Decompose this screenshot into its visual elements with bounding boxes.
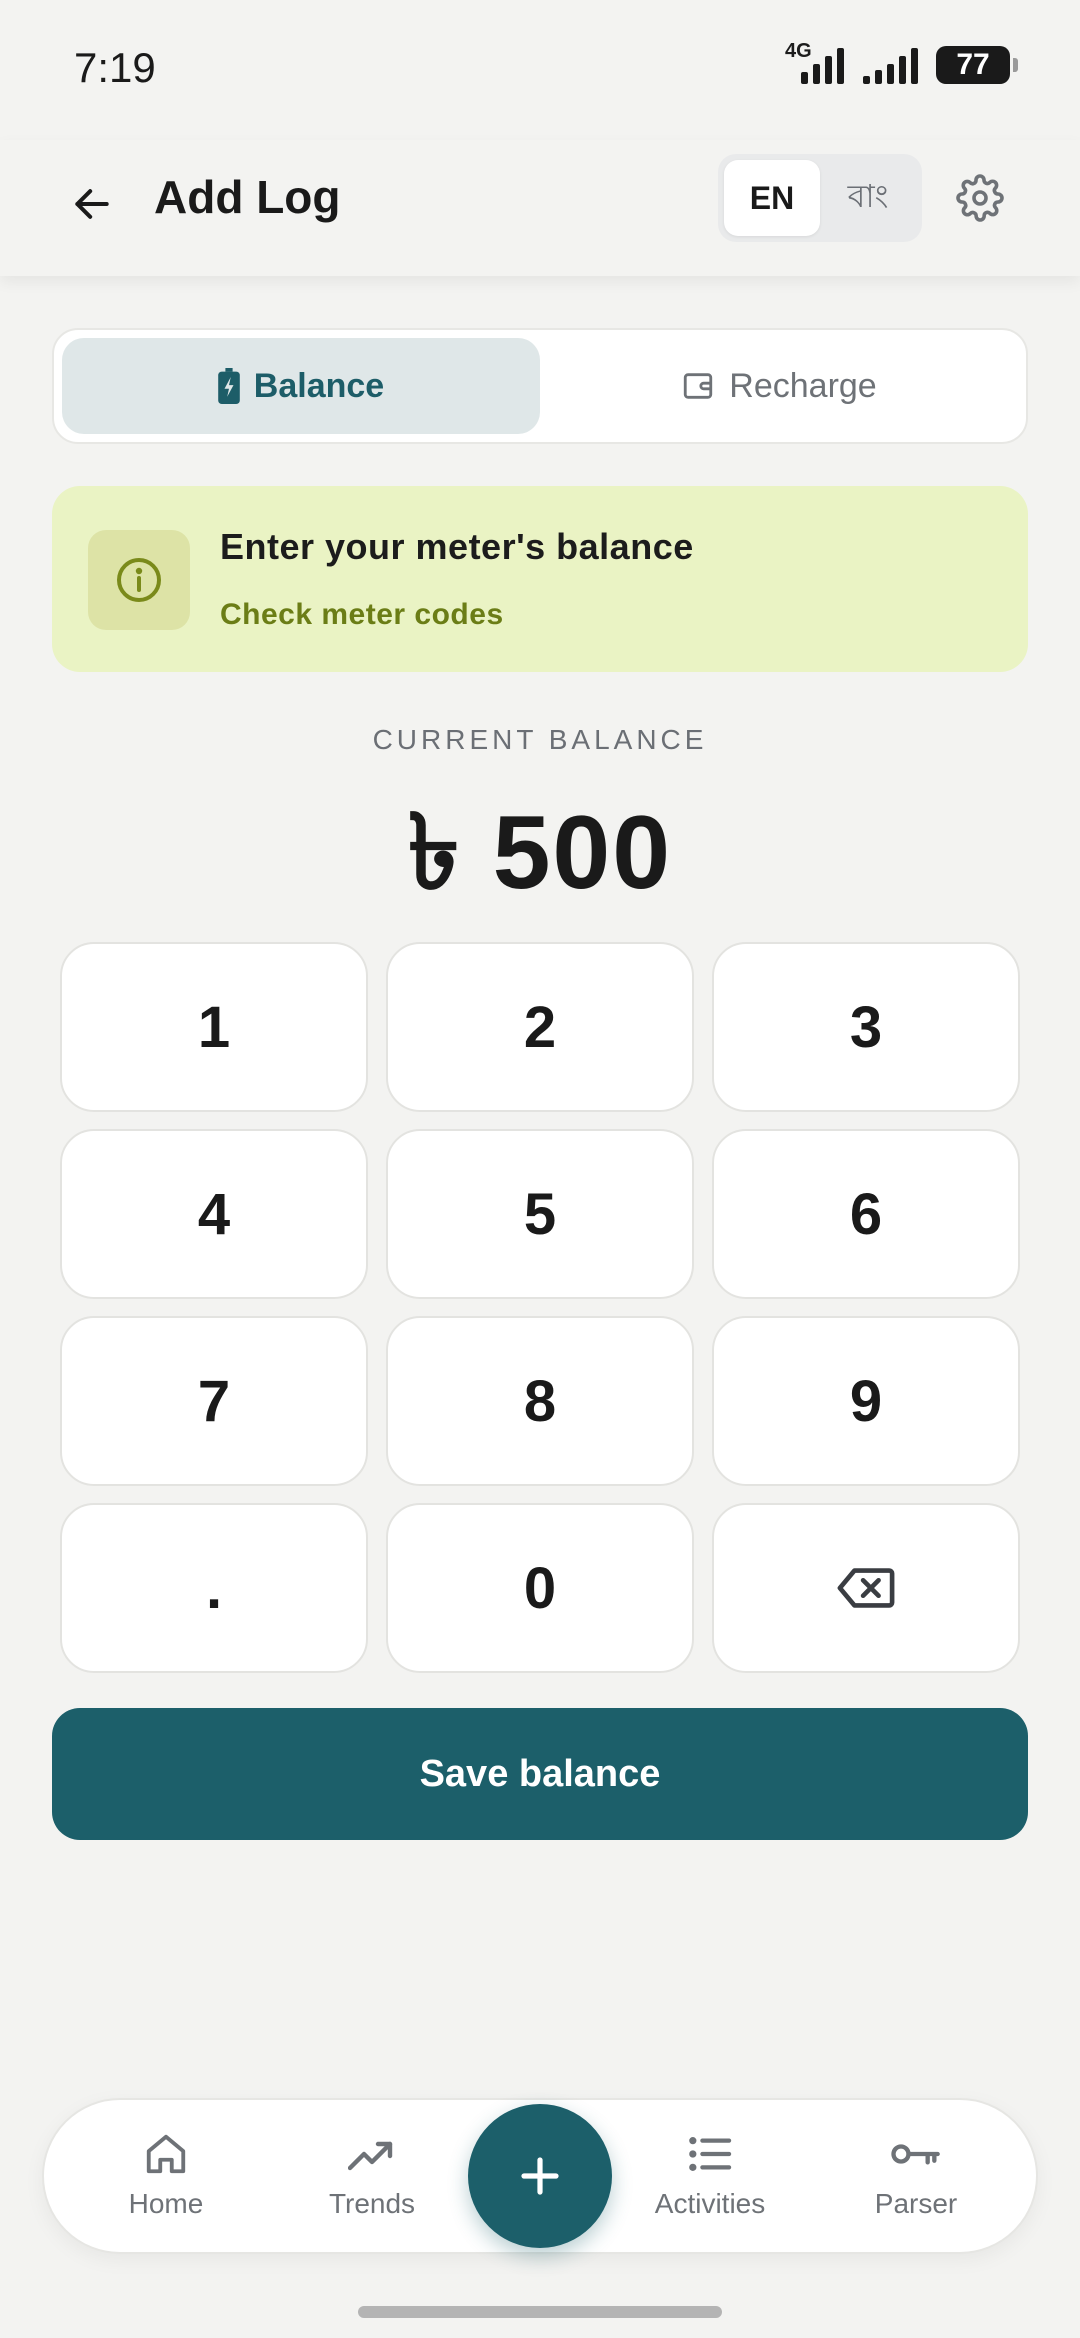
key-9[interactable]: 9 (712, 1316, 1020, 1486)
signal-4g-icon: 4G (783, 40, 845, 84)
info-icon-box (88, 530, 190, 630)
nav-home[interactable]: Home (76, 2130, 256, 2220)
network-label: 4G (785, 40, 812, 62)
key-5[interactable]: 5 (386, 1129, 694, 1299)
trending-up-icon (348, 2141, 393, 2171)
home-indicator[interactable] (358, 2306, 722, 2318)
plus-icon (521, 2157, 559, 2195)
home-icon (146, 2134, 186, 2174)
key-icon (891, 2144, 940, 2165)
arrow-left-icon (75, 189, 109, 219)
back-button[interactable] (62, 174, 122, 234)
nav-home-label: Home (128, 2188, 204, 2219)
numeric-keypad: 1 2 3 4 5 6 7 8 9 . 0 (60, 942, 1020, 1673)
tab-balance-label: Balance (253, 366, 385, 405)
key-4[interactable]: 4 (60, 1129, 368, 1299)
tab-recharge-label: Recharge (729, 366, 877, 405)
settings-button[interactable] (952, 170, 1008, 226)
list-icon (689, 2137, 732, 2171)
status-time: 7:19 (74, 44, 156, 91)
info-banner: Enter your meter's balance Check meter c… (52, 486, 1028, 672)
battery-level: 77 (956, 48, 990, 81)
nav-activities-label: Activities (654, 2188, 766, 2219)
info-icon (117, 558, 161, 602)
app-header: Add Log EN বাং (0, 140, 1080, 276)
status-icons: 4G 77 (783, 40, 1018, 84)
nav-trends-label: Trends (328, 2188, 416, 2219)
key-1[interactable]: 1 (60, 942, 368, 1112)
save-balance-button[interactable]: Save balance (52, 1708, 1028, 1840)
balance-value: ৳ 500 (407, 795, 673, 911)
nav-parser-label: Parser (874, 2188, 958, 2219)
balance-label: CURRENT BALANCE (372, 724, 708, 755)
key-0[interactable]: 0 (386, 1503, 694, 1673)
lang-option-bn[interactable]: বাং (820, 160, 916, 236)
info-title: Enter your meter's balance (220, 526, 694, 567)
key-decimal[interactable]: . (60, 1503, 368, 1673)
nav-parser[interactable]: Parser (826, 2130, 1006, 2220)
tab-balance[interactable]: Balance (62, 338, 540, 434)
page-title: Add Log (154, 171, 341, 223)
backspace-icon (837, 1568, 895, 1608)
key-3[interactable]: 3 (712, 942, 1020, 1112)
wallet-icon (684, 373, 713, 399)
language-toggle: EN বাং (718, 154, 922, 242)
key-6[interactable]: 6 (712, 1129, 1020, 1299)
add-fab-button[interactable] (468, 2104, 612, 2248)
key-2[interactable]: 2 (386, 942, 694, 1112)
log-type-tabs: Balance Recharge (52, 328, 1028, 444)
nav-trends[interactable]: Trends (282, 2130, 462, 2220)
gear-icon (956, 174, 1004, 222)
battery-charging-icon (217, 368, 240, 404)
key-7[interactable]: 7 (60, 1316, 368, 1486)
key-8[interactable]: 8 (386, 1316, 694, 1486)
nav-activities[interactable]: Activities (620, 2130, 800, 2220)
lang-option-en[interactable]: EN (724, 160, 820, 236)
check-meter-codes-link[interactable]: Check meter codes (220, 598, 504, 632)
status-bar: 7:19 4G 77 (0, 0, 1080, 140)
signal-icon (863, 46, 918, 84)
key-backspace[interactable] (712, 1503, 1020, 1673)
tab-recharge[interactable]: Recharge (540, 338, 1018, 434)
battery-icon: 77 (936, 46, 1018, 84)
